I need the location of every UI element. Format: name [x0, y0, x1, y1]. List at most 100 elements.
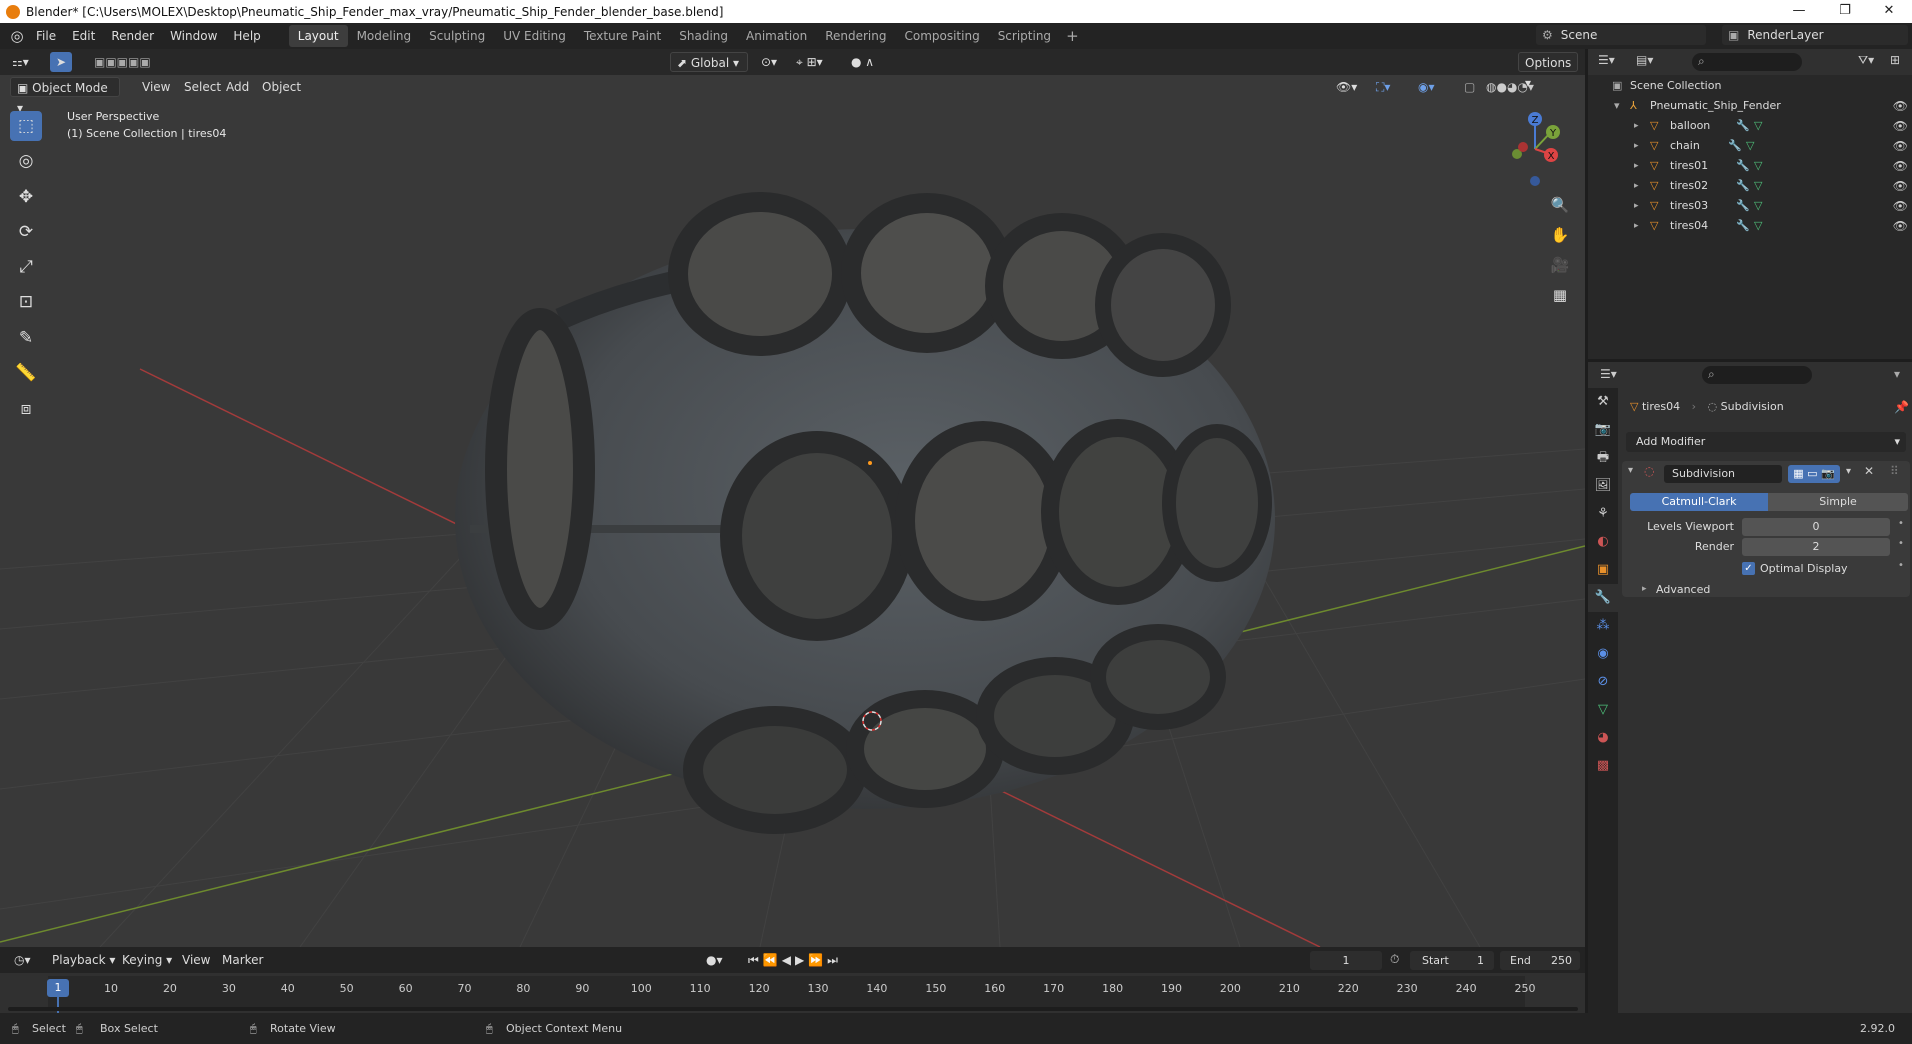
world-tab-icon[interactable]: ◐: [1588, 528, 1618, 556]
viewport-menu-object[interactable]: Object: [256, 77, 307, 97]
add-cube-tool-icon[interactable]: ⧈: [10, 394, 42, 424]
advanced-section-label[interactable]: Advanced: [1656, 581, 1710, 599]
blender-logo-icon[interactable]: ◎: [6, 25, 28, 47]
output-tab-icon[interactable]: 🖶: [1588, 444, 1618, 472]
menu-edit[interactable]: Edit: [64, 25, 103, 47]
shading-modes-icon[interactable]: ◍●◕◔▾: [1480, 77, 1540, 97]
visibility-eye-icon[interactable]: 👁: [1893, 156, 1908, 176]
remove-modifier-icon[interactable]: ✕: [1864, 464, 1874, 478]
expand-arrow-icon[interactable]: ▸: [1642, 584, 1647, 594]
render-layer-selector[interactable]: ▣ RenderLayer: [1722, 25, 1908, 45]
modifier-menu-chevron-icon[interactable]: ▾: [1846, 466, 1851, 477]
menu-file[interactable]: File: [28, 25, 64, 47]
visibility-eye-icon[interactable]: 👁: [1893, 216, 1908, 236]
tool-tab-icon[interactable]: ⚒: [1588, 388, 1618, 416]
tab-compositing[interactable]: Compositing: [895, 25, 988, 47]
modifier-icon[interactable]: 🔧: [1736, 176, 1750, 196]
keyframe-dot-icon[interactable]: •: [1898, 560, 1904, 571]
transform-tool-icon[interactable]: ⊡: [10, 287, 42, 317]
physics-tab-icon[interactable]: ◉: [1588, 640, 1618, 668]
playhead-frame-badge[interactable]: 1: [47, 979, 69, 997]
catmull-clark-option[interactable]: Catmull-Clark: [1630, 493, 1768, 511]
scene-tab-icon[interactable]: ⚘: [1588, 500, 1618, 528]
overlays-icon[interactable]: ◉▾: [1412, 77, 1441, 97]
mesh-data-icon[interactable]: ▽: [1754, 156, 1762, 176]
material-tab-icon[interactable]: ◕: [1588, 724, 1618, 752]
expand-arrow-icon[interactable]: ▾: [1614, 96, 1620, 116]
object-tab-icon[interactable]: ▣: [1588, 556, 1618, 584]
select-mode-icon[interactable]: ➤: [50, 52, 72, 72]
visibility-eye-icon[interactable]: 👁: [1893, 176, 1908, 196]
start-frame-input[interactable]: Start 1: [1410, 951, 1494, 970]
outliner-object-row[interactable]: ▸ ▽ tires02 🔧 ▽ 👁: [1588, 176, 1912, 196]
filter-icon[interactable]: ⛛▾: [1858, 53, 1874, 68]
add-workspace-icon[interactable]: +: [1060, 27, 1085, 45]
scene-selector[interactable]: ⚙ Scene: [1536, 25, 1706, 45]
menu-window[interactable]: Window: [162, 25, 225, 47]
expand-arrow-icon[interactable]: ▸: [1634, 156, 1639, 176]
expand-arrow-icon[interactable]: ▸: [1634, 176, 1639, 196]
timeline-menu-playback[interactable]: Playback ▾: [46, 950, 121, 970]
transform-orientation-dropdown[interactable]: ⬈ Global ▾: [670, 52, 748, 72]
add-modifier-dropdown[interactable]: Add Modifier ▾: [1626, 432, 1906, 452]
particles-tab-icon[interactable]: ⁂: [1588, 612, 1618, 640]
outliner-object-row[interactable]: ▸ ▽ tires01 🔧 ▽ 👁: [1588, 156, 1912, 176]
data-tab-icon[interactable]: ▽: [1588, 696, 1618, 724]
mesh-data-icon[interactable]: ▽: [1754, 116, 1762, 136]
cursor-tool-icon[interactable]: ◎: [10, 146, 42, 176]
end-frame-input[interactable]: End 250: [1500, 951, 1580, 970]
drag-handle-icon[interactable]: ⠿: [1890, 464, 1899, 478]
modifier-icon[interactable]: 🔧: [1736, 196, 1750, 216]
modifier-icon[interactable]: 🔧: [1736, 156, 1750, 176]
expand-arrow-icon[interactable]: ▸: [1634, 216, 1639, 236]
editor-type-icon[interactable]: ⚏▾: [6, 52, 35, 72]
timeline-scrollbar[interactable]: [8, 1007, 1578, 1011]
visibility-eye-icon[interactable]: 👁: [1893, 96, 1908, 116]
keyframe-dot-icon[interactable]: •: [1898, 518, 1904, 529]
xray-icon[interactable]: ▢: [1458, 77, 1481, 97]
menu-help[interactable]: Help: [225, 25, 268, 47]
viewport-menu-view[interactable]: View: [136, 77, 176, 97]
rotate-tool-icon[interactable]: ⟳: [10, 217, 42, 247]
texture-tab-icon[interactable]: ▩: [1588, 752, 1618, 780]
visibility-eye-icon[interactable]: 👁: [1893, 136, 1908, 156]
maximize-button[interactable]: ❐: [1822, 0, 1868, 23]
timeline-menu-marker[interactable]: Marker: [216, 950, 269, 970]
outliner-collection-row[interactable]: ▾ ⅄ Pneumatic_Ship_Fender 👁: [1588, 96, 1912, 116]
pin-icon[interactable]: 📌: [1894, 400, 1909, 414]
proportional-edit-icon[interactable]: ● ∧: [845, 52, 880, 72]
outliner-scene-collection[interactable]: ▣ Scene Collection: [1588, 76, 1912, 96]
outliner-object-row[interactable]: ▸ ▽ tires04 🔧 ▽ 👁: [1588, 216, 1912, 236]
expand-arrow-icon[interactable]: ▸: [1634, 196, 1639, 216]
gizmo-icon[interactable]: ⛶▾: [1370, 77, 1396, 97]
timeline-editor-type-icon[interactable]: ◷▾: [8, 950, 37, 970]
expand-arrow-icon[interactable]: ▸: [1634, 136, 1639, 156]
outliner-object-row[interactable]: ▸ ▽ tires03 🔧 ▽ 👁: [1588, 196, 1912, 216]
outliner-editor-type-icon[interactable]: ☰▾: [1598, 53, 1615, 67]
tab-modeling[interactable]: Modeling: [348, 25, 421, 47]
timeline-menu-view[interactable]: View: [176, 950, 216, 970]
minimize-button[interactable]: —: [1776, 0, 1822, 23]
tab-sculpting[interactable]: Sculpting: [420, 25, 494, 47]
view-layer-tab-icon[interactable]: 🖼: [1588, 472, 1618, 500]
tab-rendering[interactable]: Rendering: [816, 25, 895, 47]
tab-animation[interactable]: Animation: [737, 25, 816, 47]
expand-arrow-icon[interactable]: ▸: [1634, 116, 1639, 136]
properties-options-icon[interactable]: ▾: [1894, 367, 1900, 381]
keyframe-dot-icon[interactable]: •: [1898, 538, 1904, 549]
select-box-tool-icon[interactable]: ⬚: [10, 111, 42, 141]
constraints-tab-icon[interactable]: ⊘: [1588, 668, 1618, 696]
tab-texture-paint[interactable]: Texture Paint: [575, 25, 670, 47]
visibility-eye-icon[interactable]: 👁: [1893, 196, 1908, 216]
modifier-icon[interactable]: 🔧: [1728, 136, 1742, 156]
outliner-search-input[interactable]: ⌕: [1692, 53, 1802, 71]
tab-shading[interactable]: Shading: [670, 25, 737, 47]
tab-layout[interactable]: Layout: [288, 25, 348, 47]
pan-hand-icon[interactable]: ✋: [1547, 222, 1573, 248]
menu-render[interactable]: Render: [103, 25, 162, 47]
optimal-display-checkbox[interactable]: ✓: [1742, 562, 1755, 575]
ortho-grid-icon[interactable]: ▦: [1547, 282, 1573, 308]
outliner-display-mode-icon[interactable]: ▤▾: [1636, 53, 1653, 67]
navigation-gizmo[interactable]: Z Y X: [1495, 109, 1575, 189]
snap-icon[interactable]: ⌖ ⊞▾: [790, 52, 829, 72]
